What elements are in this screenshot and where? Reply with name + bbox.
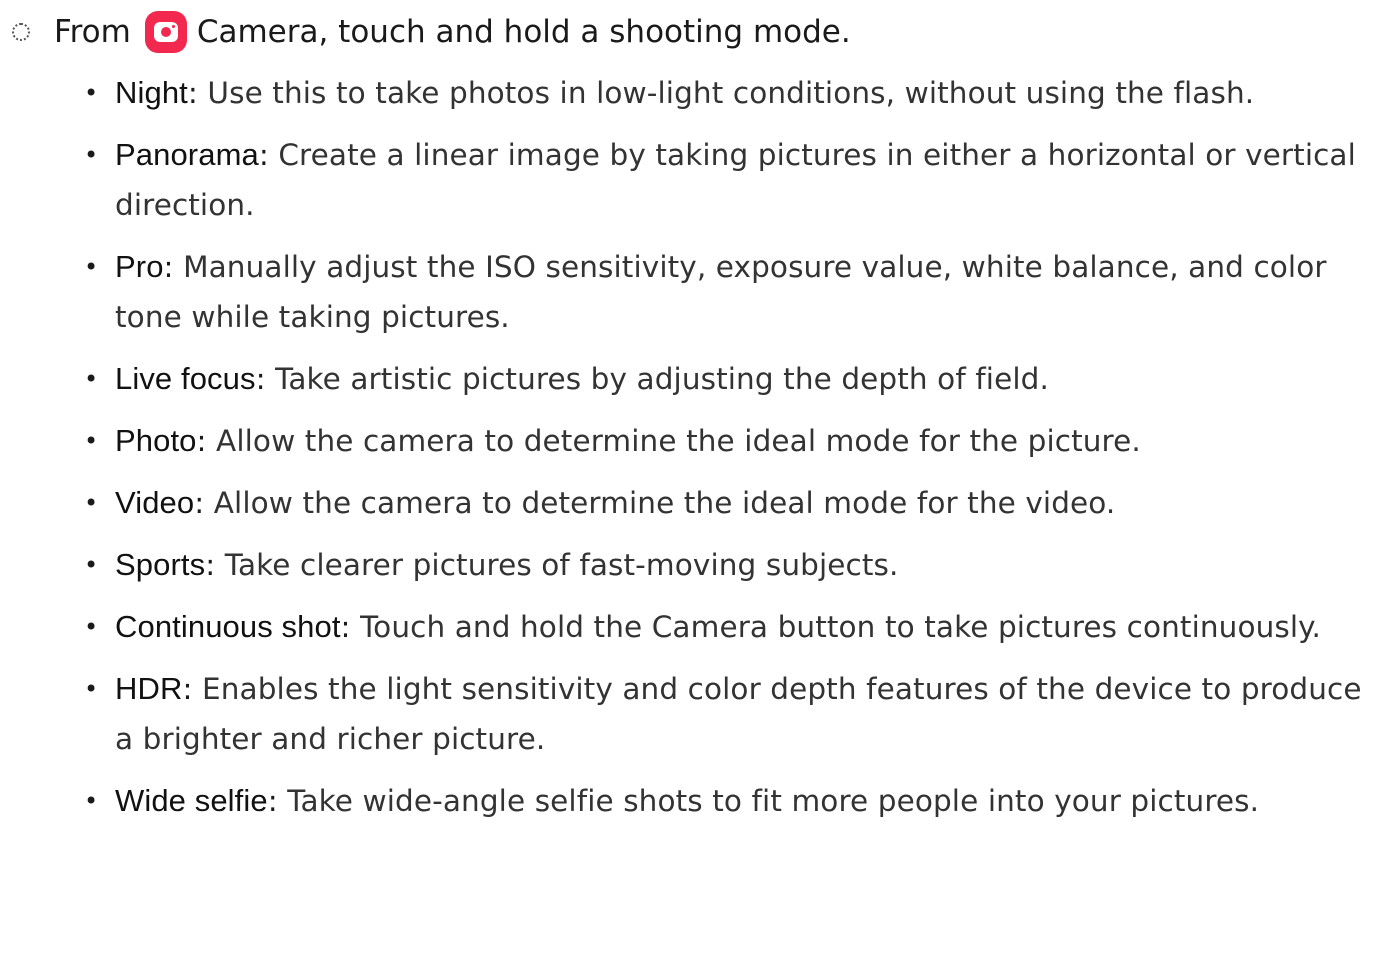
list-item: • Continuous shot: Touch and hold the Ca… [84,602,1384,652]
mode-term: Night [115,75,188,110]
mode-term: Live focus [115,361,256,396]
mode-term: Continuous shot [115,609,341,644]
camera-app-icon [144,11,187,53]
mode-term: Panorama [115,137,259,172]
dotted-circle-icon [12,23,30,41]
mode-description: Create a linear image by taking pictures… [115,138,1356,222]
list-item: • HDR: Enables the light sensitivity and… [84,664,1384,764]
step-prefix: From [54,14,131,50]
mode-description: Take wide-angle selfie shots to fit more… [287,784,1260,818]
bullet: • [84,141,99,169]
mode-description: Allow the camera to determine the ideal … [213,486,1116,520]
mode-term: Pro [115,249,164,284]
bullet: • [84,427,99,455]
list-item: • Panorama: Create a linear image by tak… [84,130,1384,230]
mode-description: Manually adjust the ISO sensitivity, exp… [115,250,1327,334]
mode-term: Wide selfie [115,783,268,818]
bullet: • [84,787,99,815]
mode-term: Photo [115,423,197,458]
bullet: • [84,253,99,281]
bullet: • [84,613,99,641]
mode-description: Allow the camera to determine the ideal … [216,424,1141,458]
shooting-mode-list: • Night: Use this to take photos in low-… [84,68,1384,838]
bullet: • [84,79,99,107]
bullet: • [84,365,99,393]
mode-description: Take clearer pictures of fast-moving sub… [224,548,899,582]
mode-term: Video [115,485,195,520]
mode-description: Enables the light sensitivity and color … [115,672,1362,756]
list-item: • Live focus: Take artistic pictures by … [84,354,1384,404]
list-item: • Night: Use this to take photos in low-… [84,68,1384,118]
list-item: • Wide selfie: Take wide-angle selfie sh… [84,776,1384,826]
instruction-step: From Camera, touch and hold a shooting m… [0,8,851,56]
mode-term: Sports [115,547,206,582]
list-item: • Photo: Allow the camera to determine t… [84,416,1384,466]
mode-description: Take artistic pictures by adjusting the … [275,362,1049,396]
list-item: • Pro: Manually adjust the ISO sensitivi… [84,242,1384,342]
camera-app-name: Camera [196,14,319,50]
bullet: • [84,551,99,579]
list-item: • Video: Allow the camera to determine t… [84,478,1384,528]
mode-description: Use this to take photos in low-light con… [207,76,1255,110]
bullet: • [84,675,99,703]
step-suffix: , touch and hold a shooting mode. [318,14,851,50]
bullet: • [84,489,99,517]
list-item: • Sports: Take clearer pictures of fast-… [84,540,1384,590]
mode-term: HDR [115,671,183,706]
mode-description: Touch and hold the Camera button to take… [360,610,1321,644]
